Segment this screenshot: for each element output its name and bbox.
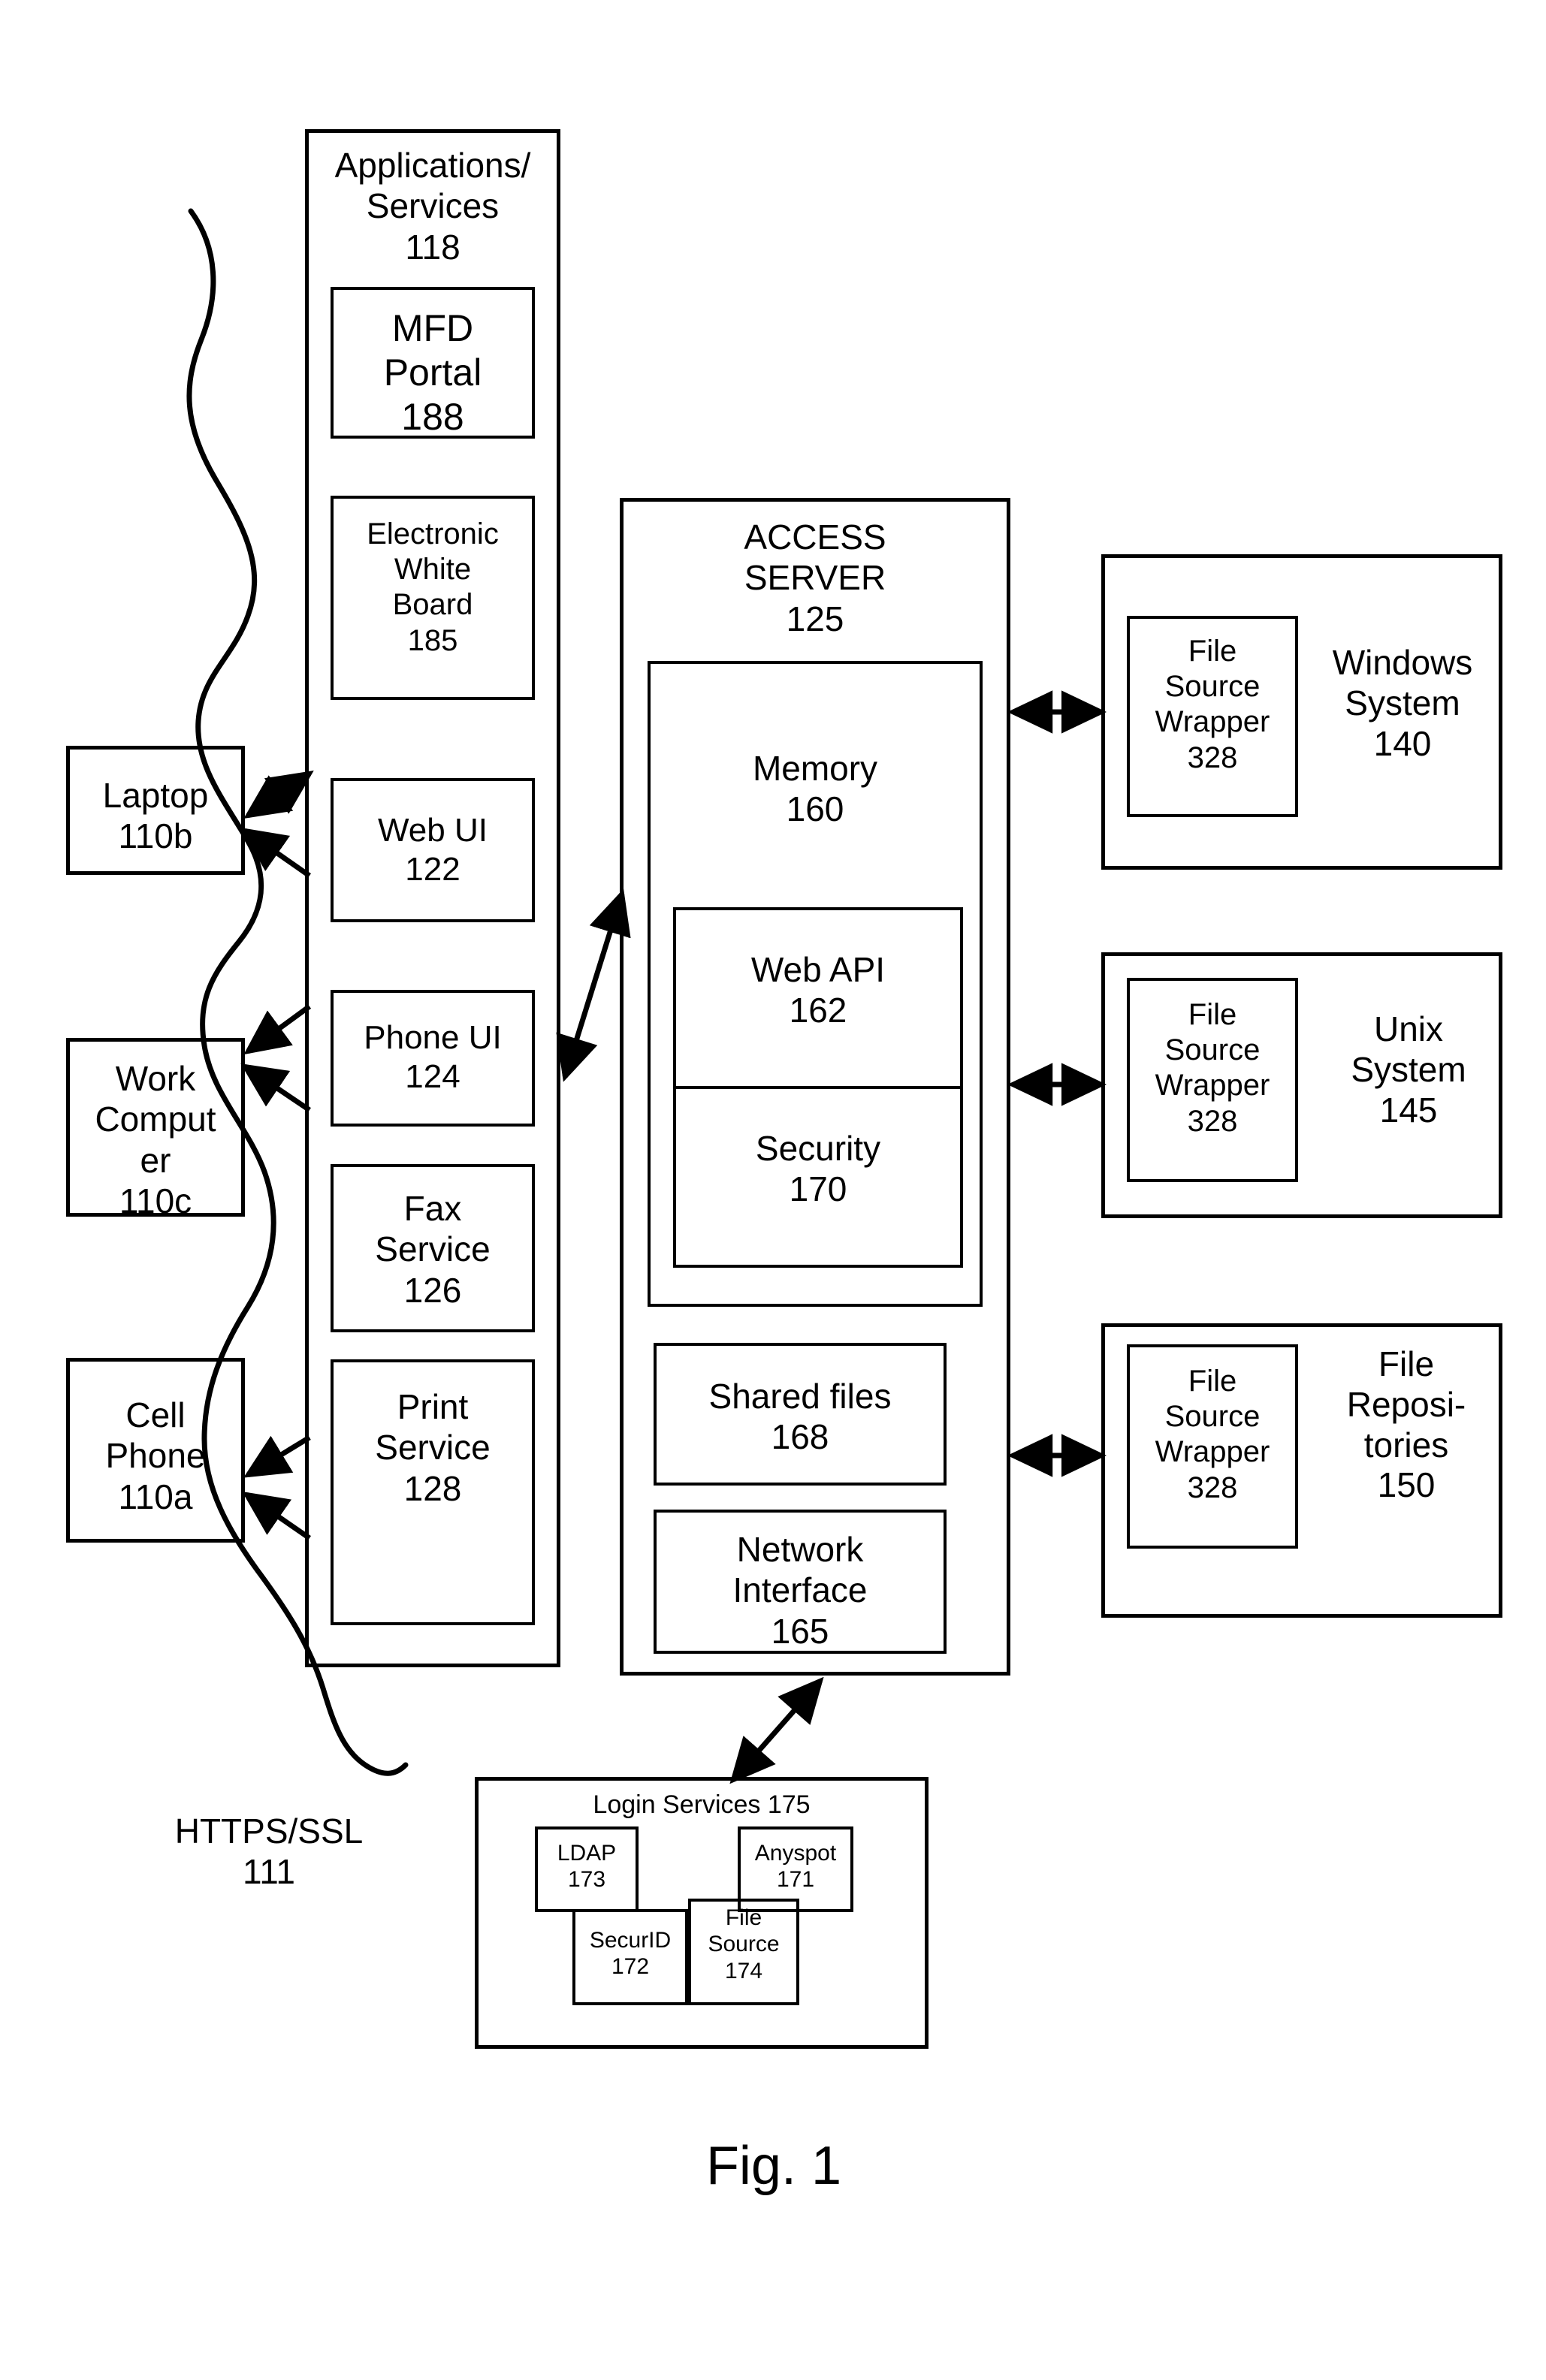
client-laptop-label: Laptop 110b <box>102 776 209 856</box>
unix-system-label: Unix System 145 <box>1322 1009 1495 1130</box>
network-interface-box[interactable]: Network Interface 165 <box>654 1510 947 1654</box>
app-phone-ui-box[interactable]: Phone UI 124 <box>331 990 535 1127</box>
app-electronic-white-board-label: Electronic White Board 185 <box>367 517 499 657</box>
network-interface-label: Network Interface 165 <box>732 1530 868 1651</box>
app-fax-service-label: Fax Service 126 <box>375 1189 491 1310</box>
https-ssl-text: HTTPS/SSL 111 <box>174 1811 364 1891</box>
patent-figure-page: Laptop 110b Work Comput er 110c Cell Pho… <box>0 0 1546 2380</box>
access-server-title: ACCESS SERVER 125 <box>744 517 886 638</box>
memory-label: Memory 160 <box>752 749 878 829</box>
app-web-ui-box[interactable]: Web UI 122 <box>331 778 535 922</box>
client-laptop-box[interactable]: Laptop 110b <box>66 746 245 875</box>
ldap-label: LDAP 173 <box>557 1841 617 1893</box>
windows-file-source-wrapper-label: File Source Wrapper 328 <box>1155 635 1270 774</box>
repo-file-source-wrapper-label: File Source Wrapper 328 <box>1155 1365 1270 1504</box>
client-work-computer-box[interactable]: Work Comput er 110c <box>66 1038 245 1220</box>
web-api-box[interactable]: Web API 162 <box>673 907 963 1089</box>
app-fax-service-box[interactable]: Fax Service 126 <box>331 1164 535 1332</box>
app-print-service-label: Print Service 128 <box>375 1387 491 1508</box>
app-electronic-white-board-box[interactable]: Electronic White Board 185 <box>331 496 535 700</box>
security-box[interactable]: Security 170 <box>673 1086 963 1268</box>
windows-file-source-wrapper-box[interactable]: File Source Wrapper 328 <box>1127 616 1298 817</box>
file-source-box[interactable]: File Source 174 <box>688 1899 799 2005</box>
figure-caption-text: Fig. 1 <box>705 2136 842 2196</box>
web-api-label: Web API 162 <box>750 950 886 1030</box>
applications-services-title: Applications/ Services 118 <box>334 146 531 267</box>
file-source-label: File Source 174 <box>708 1905 780 1983</box>
shared-files-box[interactable]: Shared files 168 <box>654 1343 947 1486</box>
unix-file-source-wrapper-box[interactable]: File Source Wrapper 328 <box>1127 978 1298 1182</box>
app-web-ui-label: Web UI 122 <box>378 812 488 888</box>
shared-files-label: Shared files 168 <box>708 1377 892 1457</box>
securid-box[interactable]: SecurID 172 <box>572 1909 688 2005</box>
file-repositories-label: File Reposi- tories 150 <box>1313 1344 1499 1506</box>
app-phone-ui-label: Phone UI 124 <box>364 1019 502 1095</box>
client-work-computer-label: Work Comput er 110c <box>95 1059 216 1220</box>
windows-system-label: Windows System 140 <box>1309 643 1496 764</box>
securid-label: SecurID 172 <box>589 1928 672 1980</box>
app-mfd-portal-box[interactable]: MFD Portal 188 <box>331 287 535 439</box>
repo-file-source-wrapper-box[interactable]: File Source Wrapper 328 <box>1127 1344 1298 1549</box>
windows-system-text: Windows System 140 <box>1332 643 1473 763</box>
ldap-box[interactable]: LDAP 173 <box>535 1826 639 1912</box>
anyspot-label: Anyspot 171 <box>754 1841 837 1893</box>
app-print-service-box[interactable]: Print Service 128 <box>331 1359 535 1625</box>
file-repositories-text: File Reposi- tories 150 <box>1346 1344 1466 1505</box>
app-mfd-portal-label: MFD Portal 188 <box>383 307 482 438</box>
client-cell-phone-box[interactable]: Cell Phone 110a <box>66 1358 245 1543</box>
unix-system-text: Unix System 145 <box>1351 1009 1466 1130</box>
https-ssl-label: HTTPS/SSL 111 <box>149 1811 389 1893</box>
unix-file-source-wrapper-label: File Source Wrapper 328 <box>1155 998 1270 1138</box>
client-cell-phone-label: Cell Phone 110a <box>105 1395 206 1516</box>
figure-caption: Fig. 1 <box>631 2134 916 2198</box>
login-services-title: Login Services 175 <box>593 1790 811 1819</box>
security-label: Security 170 <box>755 1129 881 1209</box>
